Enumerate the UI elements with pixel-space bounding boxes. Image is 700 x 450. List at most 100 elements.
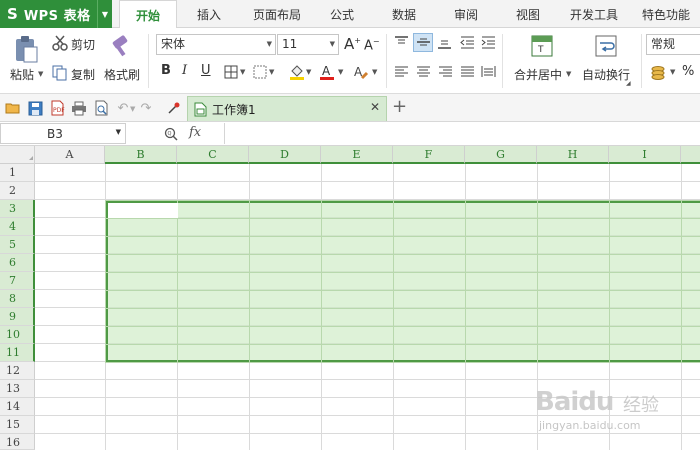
tab-view[interactable]: 视图 [506, 0, 550, 28]
format-painter-icon[interactable] [108, 33, 136, 61]
alignment-dialog-launcher-icon[interactable]: ◢ [626, 80, 631, 87]
row-header[interactable]: 16 [0, 434, 35, 450]
bold-button[interactable]: B [161, 63, 171, 78]
column-header[interactable]: H [537, 146, 609, 164]
merge-center-icon[interactable]: T [530, 34, 554, 58]
paste-dropdown-icon[interactable]: ▼ [38, 70, 43, 78]
print-icon[interactable] [71, 100, 87, 116]
fill-color-icon[interactable] [288, 63, 305, 81]
wrap-text-icon[interactable] [594, 34, 618, 58]
align-left-icon[interactable] [393, 64, 410, 79]
select-all-corner[interactable] [0, 146, 35, 164]
justify-icon[interactable] [459, 64, 476, 79]
format-painter-button[interactable]: 格式刷 [104, 66, 140, 83]
scissors-icon[interactable] [52, 35, 68, 51]
cut-button[interactable]: 剪切 [71, 36, 95, 53]
increase-font-size-icon[interactable]: A+ [344, 35, 361, 53]
row-header[interactable]: 3 [0, 200, 35, 218]
app-menu-dropdown-icon[interactable]: ▼ [97, 0, 112, 28]
clear-format-dropdown-icon[interactable]: ▼ [372, 68, 377, 76]
tab-insert[interactable]: 插入 [184, 0, 234, 28]
row-header[interactable]: 13 [0, 380, 35, 398]
print-preview-icon[interactable] [93, 100, 109, 116]
column-header[interactable]: G [465, 146, 537, 164]
column-header[interactable]: B [105, 146, 177, 164]
currency-dropdown-icon[interactable]: ▼ [670, 68, 675, 76]
tab-page-layout[interactable]: 页面布局 [244, 0, 310, 28]
active-cell[interactable] [108, 203, 178, 218]
column-header[interactable]: C [177, 146, 249, 164]
undo-dropdown-icon[interactable]: ▼ [130, 105, 135, 113]
merge-center-button[interactable]: 合并居中 [514, 66, 562, 83]
tab-formulas[interactable]: 公式 [320, 0, 364, 28]
customize-toolbar-icon[interactable] [166, 100, 182, 116]
undo-icon[interactable]: ↶ [116, 100, 130, 116]
align-middle-icon[interactable] [413, 33, 433, 52]
open-folder-icon[interactable] [5, 100, 21, 116]
row-header[interactable]: 5 [0, 236, 35, 254]
row-header[interactable]: 4 [0, 218, 35, 236]
column-header-partial[interactable] [681, 146, 700, 164]
copy-button[interactable]: 复制 [71, 66, 95, 83]
tab-home[interactable]: 开始 [119, 0, 177, 29]
currency-format-icon[interactable] [650, 64, 668, 80]
paste-icon[interactable] [12, 34, 40, 64]
distributed-align-icon[interactable] [480, 64, 497, 79]
export-pdf-icon[interactable]: PDF [49, 100, 65, 116]
row-header[interactable]: 8 [0, 290, 35, 308]
increase-indent-icon[interactable] [480, 34, 497, 51]
decrease-font-size-icon[interactable]: A− [364, 37, 380, 53]
pattern-dropdown-icon[interactable]: ▼ [269, 68, 274, 76]
paste-button[interactable]: 粘贴 [10, 66, 34, 83]
copy-icon[interactable] [52, 65, 68, 81]
borders-dropdown-icon[interactable]: ▼ [240, 68, 245, 76]
column-header[interactable]: F [393, 146, 465, 164]
row-header[interactable]: 7 [0, 272, 35, 290]
row-header[interactable]: 9 [0, 308, 35, 326]
tab-special[interactable]: 特色功能 [634, 0, 698, 28]
row-header[interactable]: 15 [0, 416, 35, 434]
insert-function-button[interactable]: fx [189, 125, 201, 140]
tab-developer[interactable]: 开发工具 [562, 0, 626, 28]
align-top-icon[interactable] [393, 34, 410, 51]
number-format-select[interactable]: 常规 [646, 34, 700, 55]
row-header[interactable]: 14 [0, 398, 35, 416]
app-menu-button[interactable]: S WPS 表格 ▼ [0, 0, 112, 28]
row-header[interactable]: 10 [0, 326, 35, 344]
row-header[interactable]: 1 [0, 164, 35, 182]
column-header[interactable]: D [249, 146, 321, 164]
zoom-function-icon[interactable]: Q [163, 126, 179, 142]
font-name-select[interactable]: 宋体 ▼ [156, 34, 276, 55]
merge-dropdown-icon[interactable]: ▼ [566, 70, 571, 78]
decrease-indent-icon[interactable] [459, 34, 476, 51]
close-tab-icon[interactable]: ✕ [370, 100, 380, 114]
clear-format-icon[interactable]: A [352, 63, 370, 81]
align-bottom-icon[interactable] [436, 34, 453, 51]
column-header[interactable]: I [609, 146, 681, 164]
document-tab[interactable]: 工作簿1 ✕ [187, 96, 387, 121]
tab-review[interactable]: 审阅 [444, 0, 488, 28]
formula-input[interactable] [224, 123, 700, 144]
column-header[interactable]: A [35, 146, 105, 164]
save-icon[interactable] [27, 100, 43, 116]
new-tab-icon[interactable]: + [392, 96, 407, 117]
cell-fill-pattern-icon[interactable] [252, 64, 267, 79]
redo-icon[interactable]: ↷ [139, 100, 153, 116]
underline-button[interactable]: U [201, 63, 211, 78]
tab-data[interactable]: 数据 [382, 0, 426, 28]
wrap-text-button[interactable]: 自动换行 [582, 66, 630, 83]
fill-color-dropdown-icon[interactable]: ▼ [306, 68, 311, 76]
percent-button[interactable]: % [682, 64, 694, 79]
column-header[interactable]: E [321, 146, 393, 164]
font-color-dropdown-icon[interactable]: ▼ [338, 68, 343, 76]
row-header[interactable]: 12 [0, 362, 35, 380]
selected-range[interactable] [105, 200, 700, 363]
align-center-icon[interactable] [415, 64, 432, 79]
align-right-icon[interactable] [437, 64, 454, 79]
row-header[interactable]: 2 [0, 182, 35, 200]
row-header[interactable]: 6 [0, 254, 35, 272]
font-color-icon[interactable]: A [318, 63, 335, 81]
italic-button[interactable]: I [182, 63, 187, 78]
borders-icon[interactable] [223, 64, 238, 79]
name-box[interactable]: B3 ▼ [0, 123, 126, 144]
